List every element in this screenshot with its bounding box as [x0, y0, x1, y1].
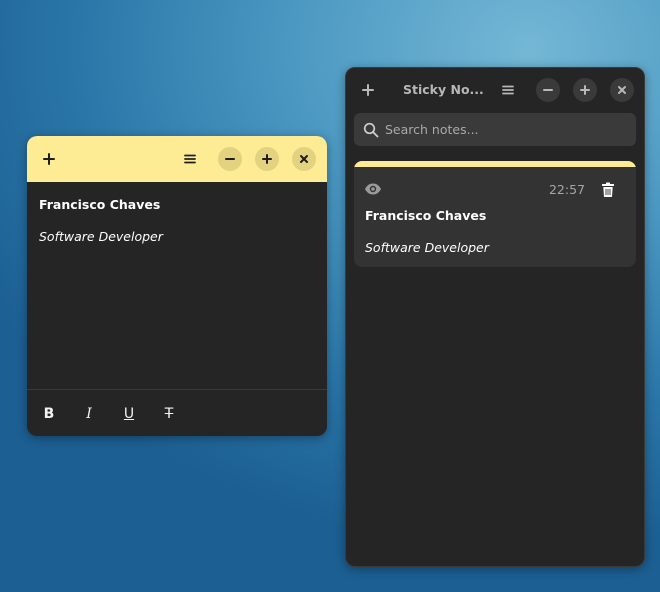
note-color-strip	[354, 161, 636, 167]
note-card-title: Francisco Chaves	[365, 208, 487, 223]
note-card-subtitle: Software Developer	[365, 240, 489, 255]
maximize-icon	[580, 85, 590, 95]
bold-button[interactable]: B	[37, 402, 61, 426]
note-maximize-button[interactable]	[255, 147, 279, 171]
plus-icon	[43, 153, 55, 165]
new-note-button[interactable]	[37, 147, 61, 171]
italic-button[interactable]: I	[77, 402, 101, 426]
menu-icon	[502, 85, 514, 95]
note-card[interactable]: 22:57 Francisco Chaves Software Develope…	[354, 161, 636, 267]
new-note-button[interactable]	[356, 78, 380, 102]
main-minimize-button[interactable]	[536, 78, 560, 102]
maximize-icon	[262, 154, 272, 164]
main-close-button[interactable]	[610, 78, 634, 102]
main-header: Sticky No...	[346, 68, 644, 112]
plus-icon	[362, 84, 374, 96]
note-header	[27, 136, 327, 182]
window-title: Sticky No...	[403, 82, 484, 97]
strikethrough-icon: T	[164, 406, 174, 422]
main-menu-button[interactable]	[496, 78, 520, 102]
strikethrough-button[interactable]: T	[157, 402, 181, 426]
close-icon	[618, 86, 626, 94]
underline-button[interactable]: U	[117, 402, 141, 426]
trash-icon[interactable]	[601, 182, 615, 198]
note-title-text: Francisco Chaves	[39, 197, 161, 212]
underline-icon: U	[123, 406, 135, 422]
search-input[interactable]	[385, 122, 625, 137]
eye-icon[interactable]	[364, 182, 382, 196]
format-toolbar: B I U T	[27, 389, 327, 436]
note-minimize-button[interactable]	[218, 147, 242, 171]
bold-icon: B	[43, 406, 55, 422]
note-timestamp: 22:57	[548, 182, 585, 197]
note-menu-button[interactable]	[178, 147, 202, 171]
sticky-notes-window: Sticky No... 22:57 Francisco Chaves Soft…	[345, 67, 645, 567]
search-icon	[363, 122, 379, 138]
note-subtitle-text: Software Developer	[39, 229, 163, 244]
minimize-icon	[543, 89, 553, 91]
note-editor[interactable]: Francisco Chaves Software Developer	[27, 182, 327, 258]
minimize-icon	[225, 158, 235, 160]
search-box[interactable]	[354, 113, 636, 146]
close-icon	[300, 155, 308, 163]
menu-icon	[184, 154, 196, 164]
main-maximize-button[interactable]	[573, 78, 597, 102]
italic-icon: I	[86, 406, 92, 422]
note-close-button[interactable]	[292, 147, 316, 171]
note-window: Francisco Chaves Software Developer B I …	[27, 136, 327, 436]
